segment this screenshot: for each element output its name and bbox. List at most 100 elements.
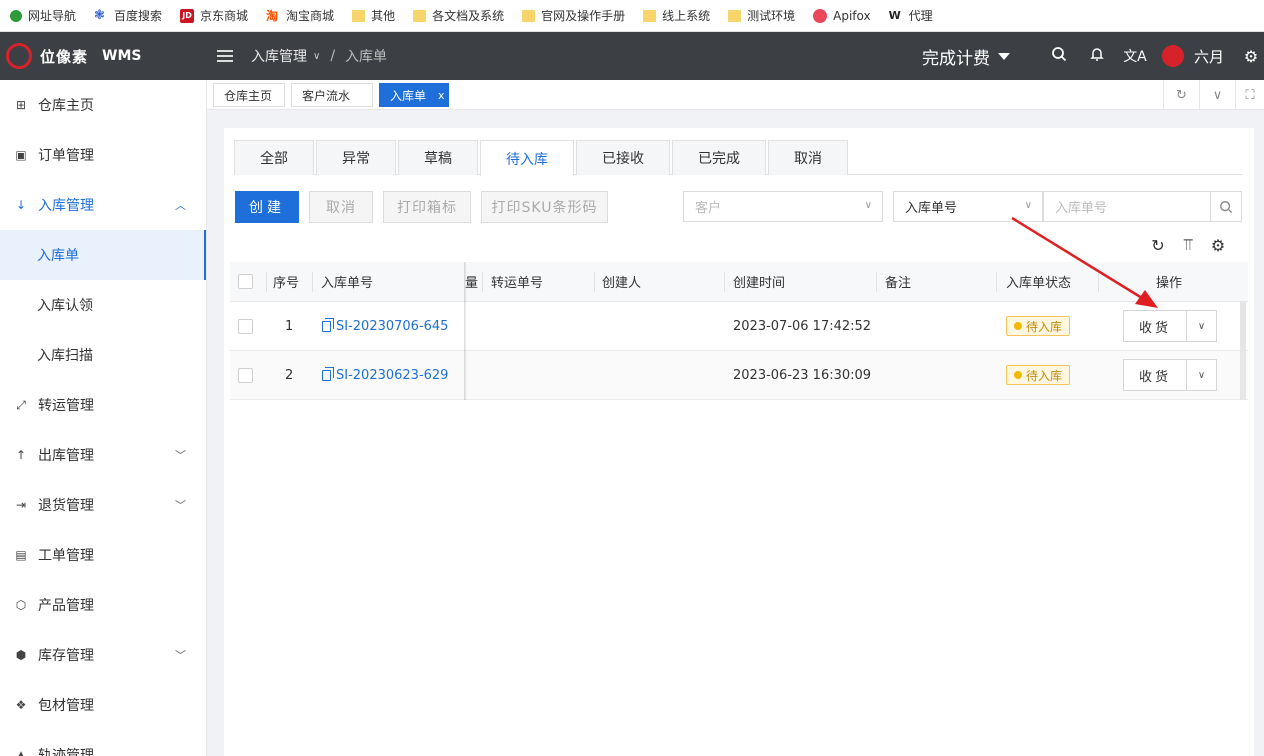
fullscreen-icon[interactable]: ⛶ — [1235, 80, 1264, 110]
copy-icon[interactable] — [322, 366, 334, 381]
sidebar-item-inventory[interactable]: ⬢ 库存管理 ﹀ — [0, 630, 206, 680]
breadcrumb-current: 入库单 — [345, 49, 388, 65]
sidebar-item-inbound-claim[interactable]: 入库认领 — [0, 280, 206, 330]
sidebar-item-orders[interactable]: ▣ 订单管理 — [0, 130, 206, 180]
copy-icon[interactable] — [322, 317, 334, 332]
chevron-down-icon[interactable]: ∨ — [1187, 360, 1216, 390]
inbound-order-table: 序号 入库单号 量 转运单号 创建人 创建时间 备注 入库单状态 操作 1 SI… — [230, 262, 1248, 400]
cancel-button[interactable]: 取消 — [309, 191, 373, 223]
taobao-icon: 淘 — [266, 8, 279, 23]
breadcrumb-separator: / — [330, 48, 336, 64]
apifox-icon — [813, 8, 828, 23]
tab-pending-inbound[interactable]: 待入库 — [480, 140, 574, 176]
close-icon[interactable]: x — [438, 89, 445, 102]
bookmark-proxy[interactable]: W 代理 — [889, 7, 933, 24]
bookmark-apifox[interactable]: Apifox — [813, 8, 871, 23]
order-number-link[interactable]: SI-20230706-645 — [322, 302, 448, 350]
row-checkbox[interactable] — [238, 302, 253, 350]
row-index: 1 — [285, 318, 294, 334]
sidebar-item-packaging[interactable]: ❖ 包材管理 — [0, 680, 206, 730]
billing-dropdown[interactable]: 完成计费 — [922, 44, 1010, 69]
tab-all[interactable]: 全部 — [234, 140, 314, 175]
folder-icon — [643, 9, 657, 22]
sidebar-item-inbound-scan[interactable]: 入库扫描 — [0, 330, 206, 380]
sidebar-item-products[interactable]: ⬡ 产品管理 — [0, 580, 206, 630]
tab-draft[interactable]: 草稿 — [398, 140, 478, 175]
search-type-select[interactable]: 入库单号 ∨ — [893, 191, 1043, 222]
sidebar-item-outbound[interactable]: ↑ 出库管理 ﹀ — [0, 430, 206, 480]
receive-button[interactable]: 收货 — [1124, 360, 1187, 390]
order-number-link[interactable]: SI-20230623-629 — [322, 351, 448, 399]
table-row: 2 SI-20230623-629 2023-06-23 16:30:09 待入… — [230, 351, 1248, 400]
sidebar-item-workorders[interactable]: ▤ 工单管理 — [0, 530, 206, 580]
bookmark-folder-docs[interactable]: 各文档及系统 — [413, 7, 504, 24]
bookmark-taobao[interactable]: 淘淘宝商城 — [266, 7, 334, 24]
menu-toggle-icon[interactable] — [217, 50, 233, 62]
refresh-icon[interactable]: ↻ — [1147, 234, 1169, 256]
chevron-down-icon[interactable]: ∨ — [1187, 311, 1216, 341]
gear-icon[interactable]: ⚙ — [1238, 47, 1264, 66]
row-created-time: 2023-07-06 17:42:52 — [733, 318, 872, 334]
app-logo[interactable]: 位像素 WMS — [0, 32, 207, 80]
user-name[interactable]: 六月 — [1194, 46, 1224, 67]
column-height-icon[interactable]: ⫪ — [1177, 234, 1199, 256]
order-number-search-input[interactable]: 入库单号 — [1043, 191, 1211, 222]
breadcrumb-parent[interactable]: 入库管理 — [251, 46, 307, 66]
col-order-no: 入库单号 — [321, 276, 374, 291]
page-tab-customer-ledger[interactable]: 客户流水 — [291, 83, 373, 107]
settings-icon[interactable]: ⚙ — [1207, 234, 1229, 256]
sidebar-item-transfer[interactable]: ⤢ 转运管理 — [0, 380, 206, 430]
chevron-down-icon: ∨ — [864, 200, 872, 211]
folder-icon — [728, 9, 742, 22]
sidebar-item-inbound[interactable]: ↓ 入库管理 ︿ — [0, 180, 206, 230]
row-created-time: 2023-06-23 16:30:09 — [733, 367, 872, 383]
status-badge: 待入库 — [1006, 351, 1071, 399]
bookmark-baidu[interactable]: ❃ 百度搜索 — [94, 7, 162, 24]
row-checkbox[interactable] — [238, 351, 253, 399]
table-scrollbar[interactable] — [1240, 302, 1246, 400]
app-header: 位像素 WMS 入库管理 ∨ / 入库单 完成计费 文A 六月 ⚙ — [0, 32, 1264, 80]
print-box-label-button[interactable]: 打印箱标 — [383, 191, 471, 223]
logo-mark-icon — [6, 43, 32, 69]
chevron-down-icon: ﹀ — [175, 449, 186, 462]
sidebar-item-inbound-order[interactable]: 入库单 — [0, 230, 206, 280]
search-button[interactable] — [1210, 191, 1242, 222]
tab-received[interactable]: 已接收 — [576, 140, 670, 175]
sidebar-item-returns[interactable]: ⇥ 退货管理 ﹀ — [0, 480, 206, 530]
bookmark-folder-online[interactable]: 线上系统 — [643, 7, 710, 24]
workorder-icon: ▤ — [15, 548, 27, 562]
page-tab-inbound-order[interactable]: 入库单 x — [379, 83, 449, 107]
bookmark-folder-manual[interactable]: 官网及操作手册 — [522, 7, 625, 24]
status-badge: 待入库 — [1006, 302, 1071, 350]
translate-icon[interactable]: 文A — [1116, 46, 1154, 66]
bookmark-jd[interactable]: JD 京东商城 — [180, 7, 248, 24]
receive-button[interactable]: 收货 — [1124, 311, 1187, 341]
tab-completed[interactable]: 已完成 — [672, 140, 766, 175]
select-all-checkbox[interactable] — [238, 262, 253, 301]
bookmarks-bar: 网址导航 ❃ 百度搜索 JD 京东商城 淘淘宝商城 其他 各文档及系统 官网及操作手… — [0, 0, 1264, 32]
transfer-icon: ⤢ — [16, 397, 26, 412]
tab-cancelled[interactable]: 取消 — [768, 140, 848, 175]
grid-icon: ⊞ — [15, 98, 27, 112]
jd-icon: JD — [180, 8, 195, 23]
product-icon: ⬡ — [15, 598, 27, 612]
print-sku-barcode-button[interactable]: 打印SKU条形码 — [481, 191, 608, 223]
refresh-tab-icon[interactable]: ↻ — [1163, 80, 1199, 110]
page-tab-strip: 仓库主页 客户流水 入库单 x ↻ ∨ ⛶ — [207, 80, 1264, 110]
tab-exception[interactable]: 异常 — [316, 140, 396, 175]
bookmark-folder-test[interactable]: 测试环境 — [728, 7, 795, 24]
breadcrumb: 入库管理 ∨ / 入库单 — [251, 46, 387, 66]
bookmark-folder-other[interactable]: 其他 — [352, 7, 395, 24]
sidebar-item-warehouse-home[interactable]: ⊞ 仓库主页 — [0, 80, 206, 130]
bell-icon[interactable] — [1078, 46, 1116, 66]
sidebar-item-tracking[interactable]: ▲ 轨迹管理 — [0, 730, 206, 756]
bookmark-hao[interactable]: 网址导航 — [10, 7, 76, 24]
page-tab-warehouse-home[interactable]: 仓库主页 — [213, 83, 285, 107]
customer-select[interactable]: 客户 ∨ — [683, 191, 883, 222]
search-icon[interactable] — [1040, 46, 1078, 66]
caret-down-icon — [997, 52, 1010, 60]
folder-icon — [522, 9, 536, 22]
chevron-down-icon[interactable]: ∨ — [1199, 80, 1235, 110]
create-button[interactable]: 创建 — [235, 191, 299, 223]
avatar[interactable] — [1161, 45, 1184, 67]
